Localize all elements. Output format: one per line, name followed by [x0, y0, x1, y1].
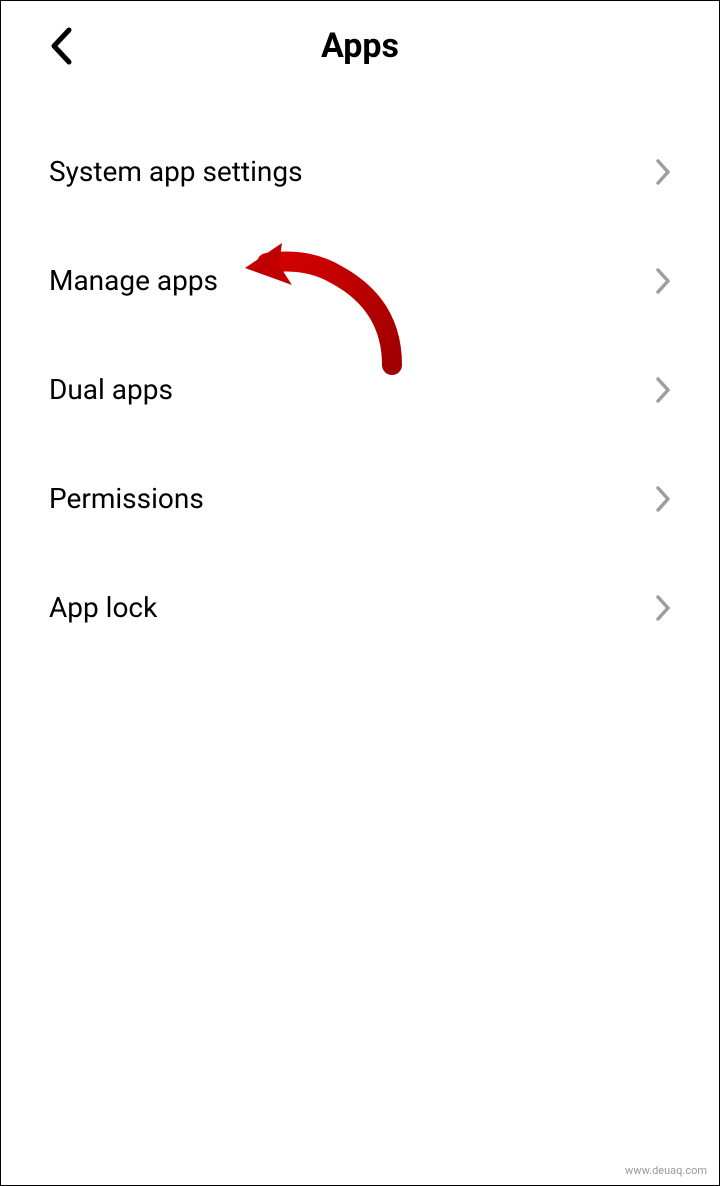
list-item-label: Permissions [49, 482, 204, 515]
list-item-dual-apps[interactable]: Dual apps [1, 335, 719, 444]
list-item-label: System app settings [49, 155, 303, 188]
chevron-right-icon [655, 485, 671, 513]
list-item-label: Dual apps [49, 373, 173, 406]
list-item-label: App lock [49, 591, 157, 624]
list-item-manage-apps[interactable]: Manage apps [1, 226, 719, 335]
back-button[interactable] [49, 26, 73, 66]
chevron-right-icon [655, 267, 671, 295]
list-item-label: Manage apps [49, 264, 218, 297]
watermark: www.deuaq.com [625, 1164, 707, 1177]
list-item-permissions[interactable]: Permissions [1, 444, 719, 553]
page-title: Apps [49, 26, 671, 66]
settings-list: System app settings Manage apps Dual app… [1, 91, 719, 662]
list-item-app-lock[interactable]: App lock [1, 553, 719, 662]
chevron-right-icon [655, 594, 671, 622]
chevron-right-icon [655, 158, 671, 186]
chevron-right-icon [655, 376, 671, 404]
header: Apps [1, 1, 719, 91]
list-item-system-app-settings[interactable]: System app settings [1, 117, 719, 226]
chevron-left-icon [49, 26, 73, 66]
